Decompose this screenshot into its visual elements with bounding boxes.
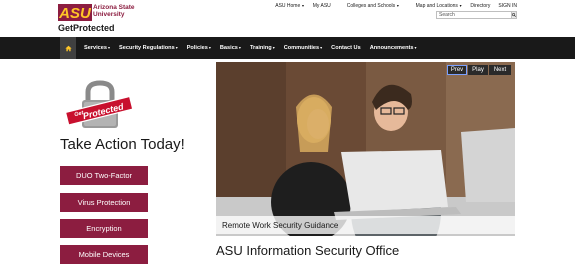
util-link-directory[interactable]: Directory — [470, 3, 490, 9]
chevron-down-icon: ▼ — [458, 4, 463, 8]
chevron-down-icon: ▾ — [414, 45, 417, 50]
mobile-devices-button[interactable]: Mobile Devices — [60, 245, 148, 264]
nav-item-security-regulations[interactable]: Security Regulations▾ — [119, 45, 178, 51]
asu-logo[interactable]: ASU — [58, 4, 92, 21]
university-name-line1: Arizona State — [93, 4, 135, 11]
chevron-down-icon: ▾ — [175, 45, 178, 50]
chevron-down-icon: ▾ — [320, 45, 323, 50]
nav-item-training-label: Training — [249, 45, 272, 51]
get-protected-badge: Get Protected — [64, 80, 134, 128]
nav-item-communities[interactable]: Communities▾ — [284, 45, 322, 51]
search-input[interactable]: Search — [436, 11, 512, 19]
nav-item-services[interactable]: Services▾ — [84, 45, 110, 51]
nav-item-basics[interactable]: Basics▾ — [220, 45, 241, 51]
search-icon — [512, 13, 516, 17]
nav-item-contact-us[interactable]: Contact Us — [331, 45, 361, 51]
hero-slideshow: Prev Play Next Remote Work Security Guid… — [216, 62, 515, 236]
home-icon — [64, 45, 72, 51]
virus-protection-button[interactable]: Virus Protection — [60, 193, 148, 212]
encryption-button[interactable]: Encryption — [60, 219, 148, 238]
utility-nav: ASU Home▼ My ASU Colleges and Schools▼ M… — [259, 3, 517, 9]
util-link-map-label: Map and Locations — [415, 3, 458, 9]
nav-item-announcements[interactable]: Announcements▾ — [370, 45, 417, 51]
chevron-down-icon: ▾ — [272, 45, 275, 50]
nav-item-training[interactable]: Training▾ — [250, 45, 275, 51]
take-action-heading: Take Action Today! — [60, 136, 185, 153]
nav-item-basics-label: Basics — [219, 45, 238, 51]
util-link-my-asu[interactable]: My ASU — [313, 3, 331, 9]
util-link-sign-in[interactable]: SIGN IN — [498, 3, 517, 9]
nav-item-policies[interactable]: Policies▾ — [187, 45, 211, 51]
nav-home-button[interactable] — [60, 37, 76, 59]
nav-item-security-regulations-label: Security Regulations — [119, 45, 175, 51]
search-button[interactable] — [511, 11, 517, 19]
chevron-down-icon: ▼ — [301, 4, 305, 8]
site-title[interactable]: GetProtected — [58, 23, 115, 33]
page-title: ASU Information Security Office — [216, 243, 400, 258]
university-name-line2: University — [93, 11, 125, 18]
slider-prev-button[interactable]: Prev — [447, 65, 467, 75]
slider-play-button[interactable]: Play — [468, 65, 488, 75]
nav-item-services-label: Services — [84, 45, 108, 51]
util-link-map[interactable]: Map and Locations▼ — [408, 3, 463, 9]
nav-item-communities-label: Communities — [283, 45, 320, 51]
nav-items: Services▾ Security Regulations▾ Policies… — [84, 37, 426, 59]
slide-caption[interactable]: Remote Work Security Guidance — [216, 216, 515, 234]
slider-next-button[interactable]: Next — [489, 65, 511, 75]
hero-image — [216, 62, 515, 236]
university-name: Arizona State University — [93, 4, 135, 18]
nav-item-policies-label: Policies — [186, 45, 208, 51]
util-link-asu-home-label: ASU Home — [275, 3, 301, 9]
chevron-down-icon: ▾ — [108, 45, 111, 50]
chevron-down-icon: ▾ — [238, 45, 241, 50]
util-link-asu-home[interactable]: ASU Home▼ — [267, 3, 304, 9]
duo-two-factor-button[interactable]: DUO Two-Factor — [60, 166, 148, 185]
util-link-colleges-label: Colleges and Schools — [346, 3, 396, 9]
main-nav: Services▾ Security Regulations▾ Policies… — [0, 37, 575, 59]
util-link-colleges[interactable]: Colleges and Schools▼ — [339, 3, 400, 9]
nav-item-announcements-label: Announcements — [369, 45, 414, 51]
asu-logo-letters: ASU — [58, 5, 92, 21]
chevron-down-icon: ▾ — [208, 45, 211, 50]
chevron-down-icon: ▼ — [396, 4, 400, 8]
nav-item-contact-us-label: Contact Us — [331, 45, 361, 51]
